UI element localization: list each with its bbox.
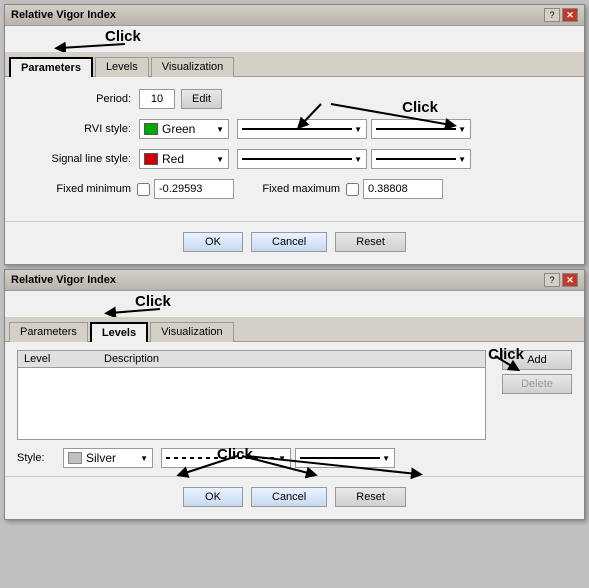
- signal-style-row: Signal line style: Red ▼ ▼ ▼: [21, 149, 568, 169]
- tab-visualization-2[interactable]: Visualization: [150, 322, 234, 342]
- signal-color-box: [144, 153, 158, 165]
- help-button-2[interactable]: ?: [544, 273, 560, 287]
- signal-line-width-dropdown[interactable]: ▼: [371, 149, 471, 169]
- arrow-svg-1: [5, 26, 584, 52]
- style-line-dashed: [166, 457, 276, 459]
- tab-parameters-2[interactable]: Parameters: [9, 322, 88, 342]
- style-line-solid: [300, 457, 380, 459]
- ok-button-2[interactable]: OK: [183, 487, 243, 507]
- table-header: Level Description: [18, 351, 485, 368]
- title-bar-1: Relative Vigor Index ? ✕: [5, 5, 584, 26]
- period-label: Period:: [21, 93, 131, 105]
- signal-dropdown-arrow: ▼: [216, 155, 224, 164]
- fixed-max-checkbox[interactable]: [346, 183, 359, 196]
- signal-line-styles: ▼ ▼: [237, 149, 471, 169]
- levels-main: Level Description Add Delete: [17, 350, 572, 440]
- rvi-line-preview: [242, 128, 352, 130]
- tabs-2: Parameters Levels Visualization: [5, 317, 584, 342]
- dialog2-title: Relative Vigor Index: [11, 274, 116, 286]
- cancel-button-2[interactable]: Cancel: [251, 487, 327, 507]
- dialog2-tab-annotation: Click: [5, 291, 584, 317]
- arrow-svg-2: [5, 291, 584, 317]
- rvi-annotation: Click RVI style: Green: [21, 119, 568, 139]
- fixed-min-input[interactable]: [154, 179, 234, 199]
- fixed-max-label: Fixed maximum: [250, 183, 340, 195]
- style-color-arrow: ▼: [140, 454, 148, 463]
- rvi-color-dropdown[interactable]: Green ▼: [139, 119, 229, 139]
- signal-line-preview: [242, 158, 352, 160]
- signal-color-dropdown[interactable]: Red ▼: [139, 149, 229, 169]
- signal-line-arrow: ▼: [354, 155, 362, 164]
- title-bar-2: Relative Vigor Index ? ✕: [5, 270, 584, 291]
- signal-style-label: Signal line style:: [21, 153, 131, 165]
- reset-button-1[interactable]: Reset: [335, 232, 406, 252]
- style-line-arrow: ▼: [278, 454, 286, 463]
- period-row: Period: Edit: [21, 89, 568, 109]
- delete-button[interactable]: Delete: [502, 374, 572, 394]
- rvi-line-width-preview: [376, 128, 456, 130]
- style-annotation: Click: [17, 448, 572, 468]
- fixed-min-label: Fixed minimum: [21, 183, 131, 195]
- dialog2-add-annotation: Click Level Description: [5, 342, 584, 476]
- rvi-line-styles: ▼ ▼: [237, 119, 471, 139]
- fixed-minmax-row: Fixed minimum Fixed maximum: [21, 179, 568, 199]
- tab-parameters-1[interactable]: Parameters: [9, 57, 93, 77]
- rvi-dropdown-arrow: ▼: [216, 125, 224, 134]
- rvi-color-label: Green: [162, 122, 195, 136]
- click-label-tab1: Click: [105, 28, 141, 45]
- fixed-min-checkbox[interactable]: [137, 183, 150, 196]
- tab-visualization-1[interactable]: Visualization: [151, 57, 235, 77]
- close-button-2[interactable]: ✕: [562, 273, 578, 287]
- levels-table: Level Description: [17, 350, 486, 440]
- tab-levels-1[interactable]: Levels: [95, 57, 149, 77]
- signal-width-arrow: ▼: [458, 155, 466, 164]
- dialog1-content: Period: Edit Click: [5, 77, 584, 221]
- level-col-header: Level: [24, 353, 104, 365]
- style-color-label: Silver: [86, 451, 116, 465]
- dialog2: Relative Vigor Index ? ✕ Click Parameter…: [4, 269, 585, 520]
- help-button-1[interactable]: ?: [544, 8, 560, 22]
- rvi-line-width-dropdown[interactable]: ▼: [371, 119, 471, 139]
- dialog1: Relative Vigor Index ? ✕ Click Parameter…: [4, 4, 585, 265]
- style-label: Style:: [17, 452, 57, 464]
- style-row: Style: Silver ▼ ▼ ▼: [17, 448, 572, 468]
- reset-button-2[interactable]: Reset: [335, 487, 406, 507]
- style-line-styles: ▼ ▼: [161, 448, 395, 468]
- rvi-style-label: RVI style:: [21, 123, 131, 135]
- add-button[interactable]: Add: [502, 350, 572, 370]
- rvi-width-arrow: ▼: [458, 125, 466, 134]
- signal-line-type-dropdown[interactable]: ▼: [237, 149, 367, 169]
- signal-color-label: Red: [162, 152, 184, 166]
- tabs-1: Parameters Levels Visualization: [5, 52, 584, 77]
- dialog1-title: Relative Vigor Index: [11, 9, 116, 21]
- dialog2-bottom-buttons: OK Cancel Reset: [5, 476, 584, 519]
- period-input[interactable]: [139, 89, 175, 109]
- edit-button[interactable]: Edit: [181, 89, 222, 109]
- rvi-line-type-dropdown[interactable]: ▼: [237, 119, 367, 139]
- levels-table-wrapper: Level Description: [17, 350, 486, 440]
- rvi-style-row: RVI style: Green ▼ ▼ ▼: [21, 119, 568, 139]
- style-color-box: [68, 452, 82, 464]
- rvi-color-box: [144, 123, 158, 135]
- style-color-dropdown[interactable]: Silver ▼: [63, 448, 153, 468]
- style-line-width-dropdown[interactable]: ▼: [295, 448, 395, 468]
- tab-levels-2[interactable]: Levels: [90, 322, 148, 342]
- style-width-arrow: ▼: [382, 454, 390, 463]
- ok-button-1[interactable]: OK: [183, 232, 243, 252]
- close-button-1[interactable]: ✕: [562, 8, 578, 22]
- title-bar-buttons-1: ? ✕: [544, 8, 578, 22]
- fixed-max-input[interactable]: [363, 179, 443, 199]
- levels-content: Level Description Add Delete Click: [5, 342, 584, 476]
- desc-col-header: Description: [104, 353, 159, 365]
- click-label-tab2: Click: [135, 293, 171, 310]
- table-body: [18, 368, 485, 438]
- dialog1-bottom-buttons: OK Cancel Reset: [5, 221, 584, 264]
- title-bar-buttons-2: ? ✕: [544, 273, 578, 287]
- side-buttons: Add Delete: [502, 350, 572, 440]
- rvi-line-arrow: ▼: [354, 125, 362, 134]
- cancel-button-1[interactable]: Cancel: [251, 232, 327, 252]
- click-label-arrows1: Click: [402, 99, 438, 116]
- signal-line-width-preview: [376, 158, 456, 160]
- style-line-type-dropdown[interactable]: ▼: [161, 448, 291, 468]
